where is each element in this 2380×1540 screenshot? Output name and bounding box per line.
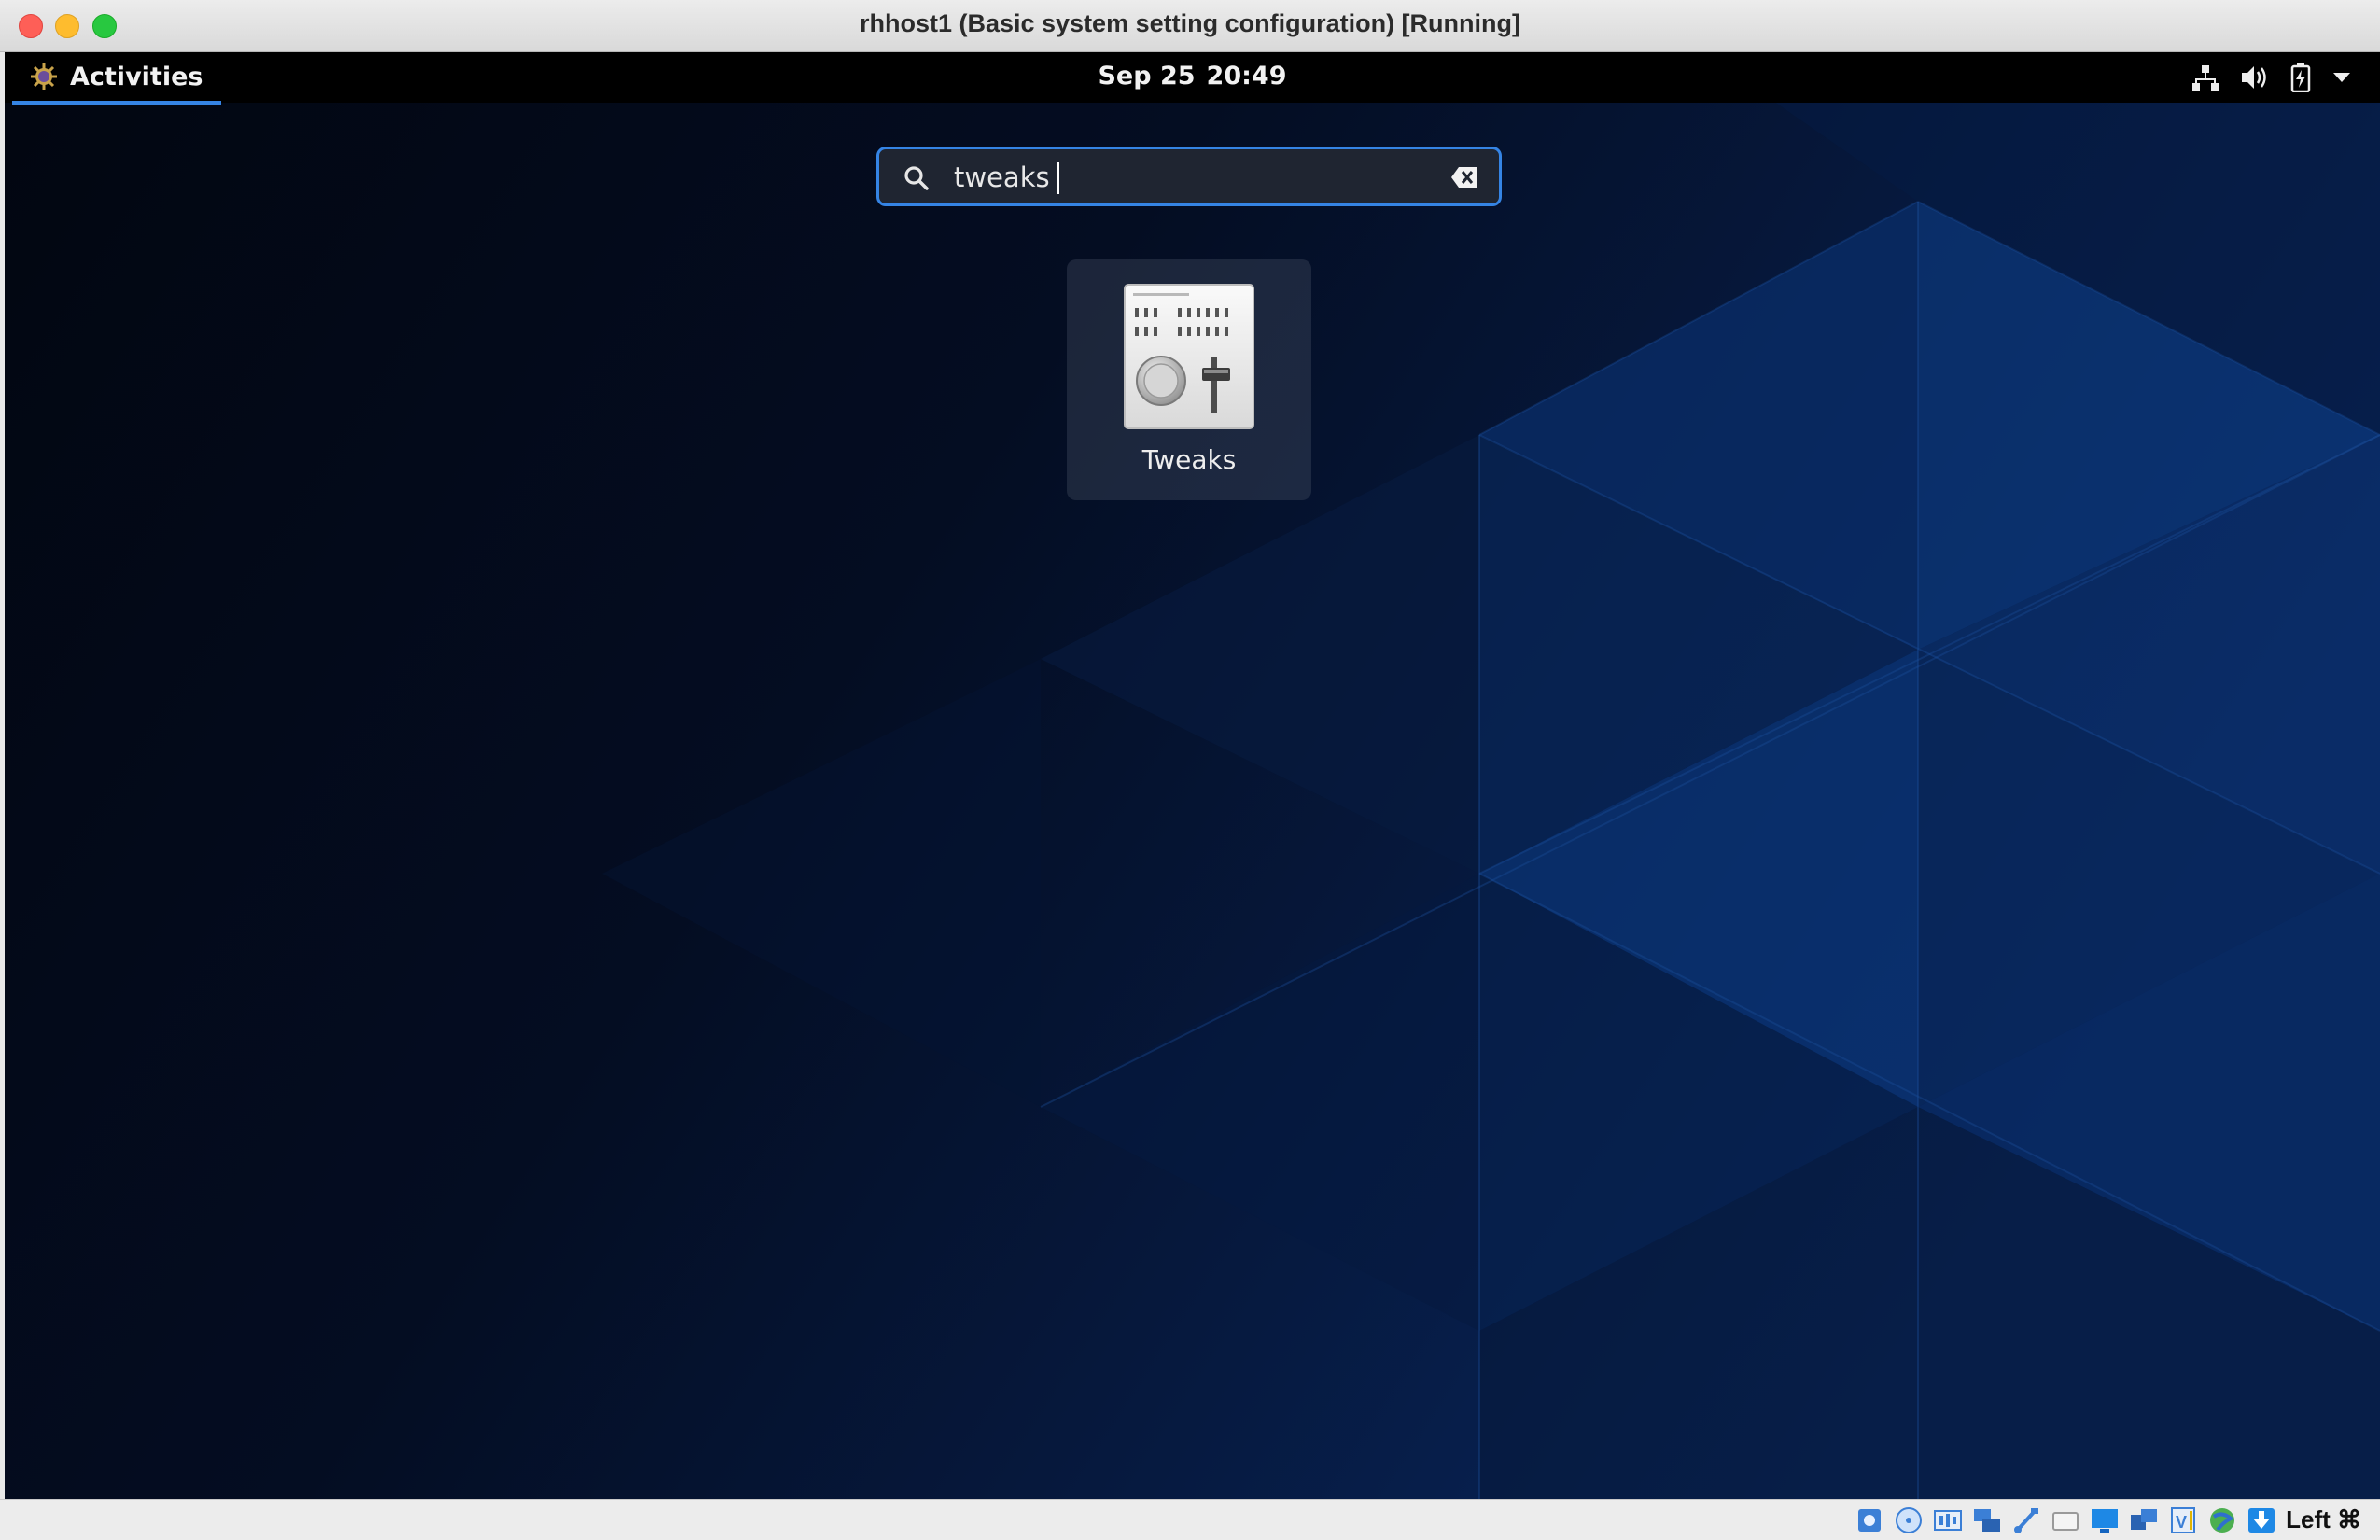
status-indicators: V: [1854, 1505, 2277, 1535]
network-wired-icon[interactable]: [2191, 63, 2219, 91]
tweaks-app-icon: [1124, 284, 1254, 429]
result-label: Tweaks: [1141, 444, 1237, 475]
recording-icon[interactable]: [2128, 1505, 2160, 1535]
system-tray[interactable]: [2191, 52, 2352, 103]
virtualbox-window: rhhost1 (Basic system setting configurat…: [0, 0, 2380, 1540]
clock-date: Sep 25: [1098, 62, 1196, 91]
guest-screen[interactable]: Activities Sep 25 20:49 tweaks Tweaks: [5, 52, 2380, 1499]
search-icon: [904, 166, 929, 190]
volume-icon[interactable]: [2240, 63, 2270, 91]
window-titlebar[interactable]: rhhost1 (Basic system setting configurat…: [0, 0, 2380, 52]
optical-drive-icon[interactable]: [1893, 1505, 1925, 1535]
date-time-clock[interactable]: Sep 25 20:49: [5, 62, 2380, 91]
window-title: rhhost1 (Basic system setting configurat…: [859, 9, 1521, 37]
network-icon[interactable]: [1971, 1505, 2003, 1535]
text-caret: [1057, 162, 1059, 194]
clock-time: 20:49: [1206, 62, 1287, 91]
hard-disk-icon[interactable]: [1854, 1505, 1885, 1535]
search-entry[interactable]: [876, 147, 1502, 206]
dropdown-arrow-icon[interactable]: [2331, 71, 2352, 84]
battery-charging-icon[interactable]: [2290, 63, 2311, 92]
display-icon[interactable]: [2089, 1505, 2121, 1535]
host-key-indicator[interactable]: Left ⌘: [2286, 1505, 2361, 1534]
svg-text:V: V: [2176, 1513, 2187, 1532]
gnome-top-panel: Activities Sep 25 20:49: [5, 52, 2380, 105]
clear-search-icon[interactable]: [1450, 166, 1478, 189]
keyboard-capture-icon[interactable]: [2246, 1505, 2277, 1535]
usb-icon[interactable]: [2010, 1505, 2042, 1535]
vt-x-icon[interactable]: V: [2167, 1505, 2199, 1535]
search-result-tweaks[interactable]: Tweaks: [1067, 259, 1311, 500]
shared-folders-icon[interactable]: [2050, 1505, 2081, 1535]
mouse-integration-icon[interactable]: [2206, 1505, 2238, 1535]
vm-status-bar: V Left ⌘: [0, 1499, 2380, 1540]
audio-icon[interactable]: [1932, 1505, 1964, 1535]
search-input[interactable]: [954, 157, 1421, 198]
